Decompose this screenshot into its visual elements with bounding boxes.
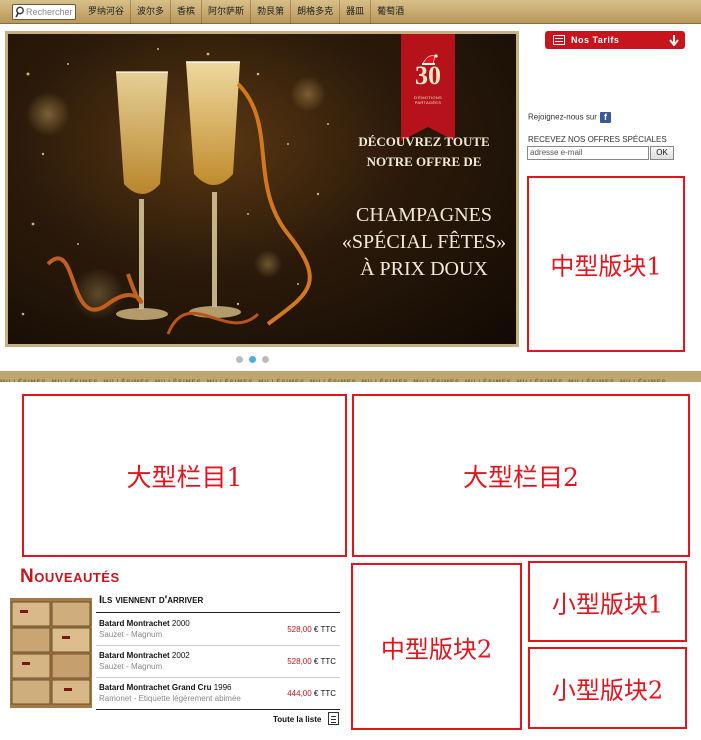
search-icon[interactable] — [15, 6, 25, 18]
product-price: 528,00 € TTC — [287, 625, 336, 634]
top-nav-bar: Rechercher 罗纳河谷 波尔多 香槟 阿尔萨斯 勃艮第 朗格多克 器皿 … — [0, 0, 701, 24]
carousel-dot-1[interactable] — [236, 356, 243, 363]
placeholder-medium-2: 中型版块2 — [351, 563, 522, 730]
offers-label: RECEVEZ NOS OFFRES SPÉCIALES — [528, 135, 667, 144]
nav-item-champagne[interactable]: 香槟 — [170, 0, 201, 24]
carousel-dot-3[interactable] — [262, 356, 269, 363]
nouveautes-rule-bottom — [96, 709, 340, 710]
placeholder-small-1-label: 小型版块1 — [551, 590, 664, 618]
millesimes-word: MILLÉSIMES — [620, 380, 667, 382]
placeholder-large-2-label: 大型栏目2 — [463, 462, 579, 492]
millesimes-word: MILLÉSIMES — [207, 380, 254, 382]
placeholder-medium-2-label: 中型版块2 — [380, 635, 493, 663]
nos-tarifs-label: Nos Tarifs — [571, 35, 620, 45]
nos-tarifs-button[interactable]: Nos Tarifs — [545, 31, 685, 49]
product-producer: Sauzet - Magnum — [99, 662, 163, 671]
millesimes-word: MILLÉSIMES — [155, 380, 202, 382]
placeholder-medium-1: 中型版块1 — [527, 176, 685, 352]
product-row[interactable]: Batard Montrachet Grand Cru 1996 Ramonet… — [99, 678, 339, 710]
product-name: Batard Montrachet 2000 — [99, 619, 190, 628]
social-follow: Rejoignez-nous sur f — [528, 112, 611, 123]
ribbon-caption: D'ÉMOTIONS PARTAGÉES — [414, 95, 442, 105]
wine-crates-image — [10, 598, 92, 708]
carousel-dots — [236, 356, 269, 363]
list-icon[interactable] — [328, 712, 339, 725]
banner-line-4: «SPÉCIAL FÊTES» — [341, 231, 507, 253]
millesimes-word: MILLÉSIMES — [362, 380, 409, 382]
millesimes-word: MILLÉSIMES — [258, 380, 305, 382]
placeholder-large-2: 大型栏目2 — [352, 394, 690, 557]
millesimes-word: MILLÉSIMES — [465, 380, 512, 382]
banner-line-1: DÉCOUVREZ TOUTE — [358, 134, 490, 149]
nav-item-glassware[interactable]: 器皿 — [339, 0, 370, 24]
millesimes-word: MILLÉSIMES — [517, 380, 564, 382]
ribbon-number: 30 — [415, 61, 441, 90]
price-list-icon — [553, 35, 565, 45]
product-row[interactable]: Batard Montrachet 2000 Sauzet - Magnum 5… — [99, 614, 339, 646]
product-price: 528,00 € TTC — [287, 657, 336, 666]
millesimes-word: MILLÉSIMES — [413, 380, 460, 382]
search-input[interactable]: Rechercher — [12, 4, 76, 20]
placeholder-large-1: 大型栏目1 — [22, 394, 347, 557]
nouveautes-rule — [96, 612, 340, 613]
nav-item-alsace[interactable]: 阿尔萨斯 — [201, 0, 250, 24]
nav-item-bourgogne[interactable]: 勃艮第 — [250, 0, 290, 24]
arrow-down-icon — [669, 35, 679, 46]
nouveautes-subtitle: Ils viennent d'arriver — [99, 594, 204, 606]
anniversary-ribbon: 30 D'ÉMOTIONS PARTAGÉES — [401, 34, 455, 141]
nav-item-rhone[interactable]: 罗纳河谷 — [82, 0, 130, 24]
carousel-dot-2[interactable] — [249, 356, 256, 363]
facebook-icon[interactable]: f — [599, 112, 611, 123]
toute-la-liste-link[interactable]: Toute la liste — [273, 715, 321, 724]
rejoignez-label: Rejoignez-nous sur — [528, 112, 597, 122]
placeholder-large-1-label: 大型栏目1 — [126, 462, 243, 492]
banner-line-3: CHAMPAGNES — [356, 204, 492, 226]
banner-line-2: NOTRE OFFRE DE — [366, 154, 482, 169]
main-nav: 罗纳河谷 波尔多 香槟 阿尔萨斯 勃艮第 朗格多克 器皿 葡萄酒 — [82, 0, 410, 24]
product-row[interactable]: Batard Montrachet 2002 Sauzet - Magnum 5… — [99, 646, 339, 678]
product-price: 444,00 € TTC — [287, 689, 336, 698]
search-placeholder: Rechercher — [26, 7, 73, 17]
product-producer: Ramonet - Etiquette légèrement abimée — [99, 694, 241, 703]
nav-item-wine[interactable]: 葡萄酒 — [370, 0, 410, 24]
millesimes-word: MILLÉSIMES — [52, 380, 99, 382]
millesimes-word: MILLÉSIMES — [568, 380, 615, 382]
nav-item-languedoc[interactable]: 朗格多克 — [290, 0, 339, 24]
millesimes-strip: MILLÉSIMES MILLÉSIMES MILLÉSIMES MILLÉSIMES… — [0, 371, 701, 382]
product-name: Batard Montrachet 2002 — [99, 651, 190, 660]
ok-button[interactable]: OK — [650, 146, 674, 160]
placeholder-small-1: 小型版块1 — [528, 561, 687, 642]
millesimes-word: MILLÉSIMES — [103, 380, 150, 382]
nav-item-bordeaux[interactable]: 波尔多 — [130, 0, 170, 24]
banner-line-5: À PRIX DOUX — [360, 258, 488, 280]
millesimes-word: MILLÉSIMES — [310, 380, 357, 382]
nouveautes-title: Nouveautés — [20, 566, 120, 587]
placeholder-small-2: 小型版块2 — [528, 647, 687, 729]
product-producer: Sauzet - Magnum — [99, 630, 163, 639]
placeholder-small-2-label: 小型版块2 — [551, 676, 664, 705]
placeholder-medium-1-label: 中型版块1 — [550, 252, 662, 281]
product-name: Batard Montrachet Grand Cru 1996 — [99, 683, 232, 692]
hero-banner[interactable]: 30 D'ÉMOTIONS PARTAGÉES DÉCOUVREZ TOUTE … — [5, 31, 519, 347]
email-input[interactable]: adresse e-mail — [527, 146, 649, 160]
millesimes-word: MILLÉSIMES — [0, 380, 47, 382]
